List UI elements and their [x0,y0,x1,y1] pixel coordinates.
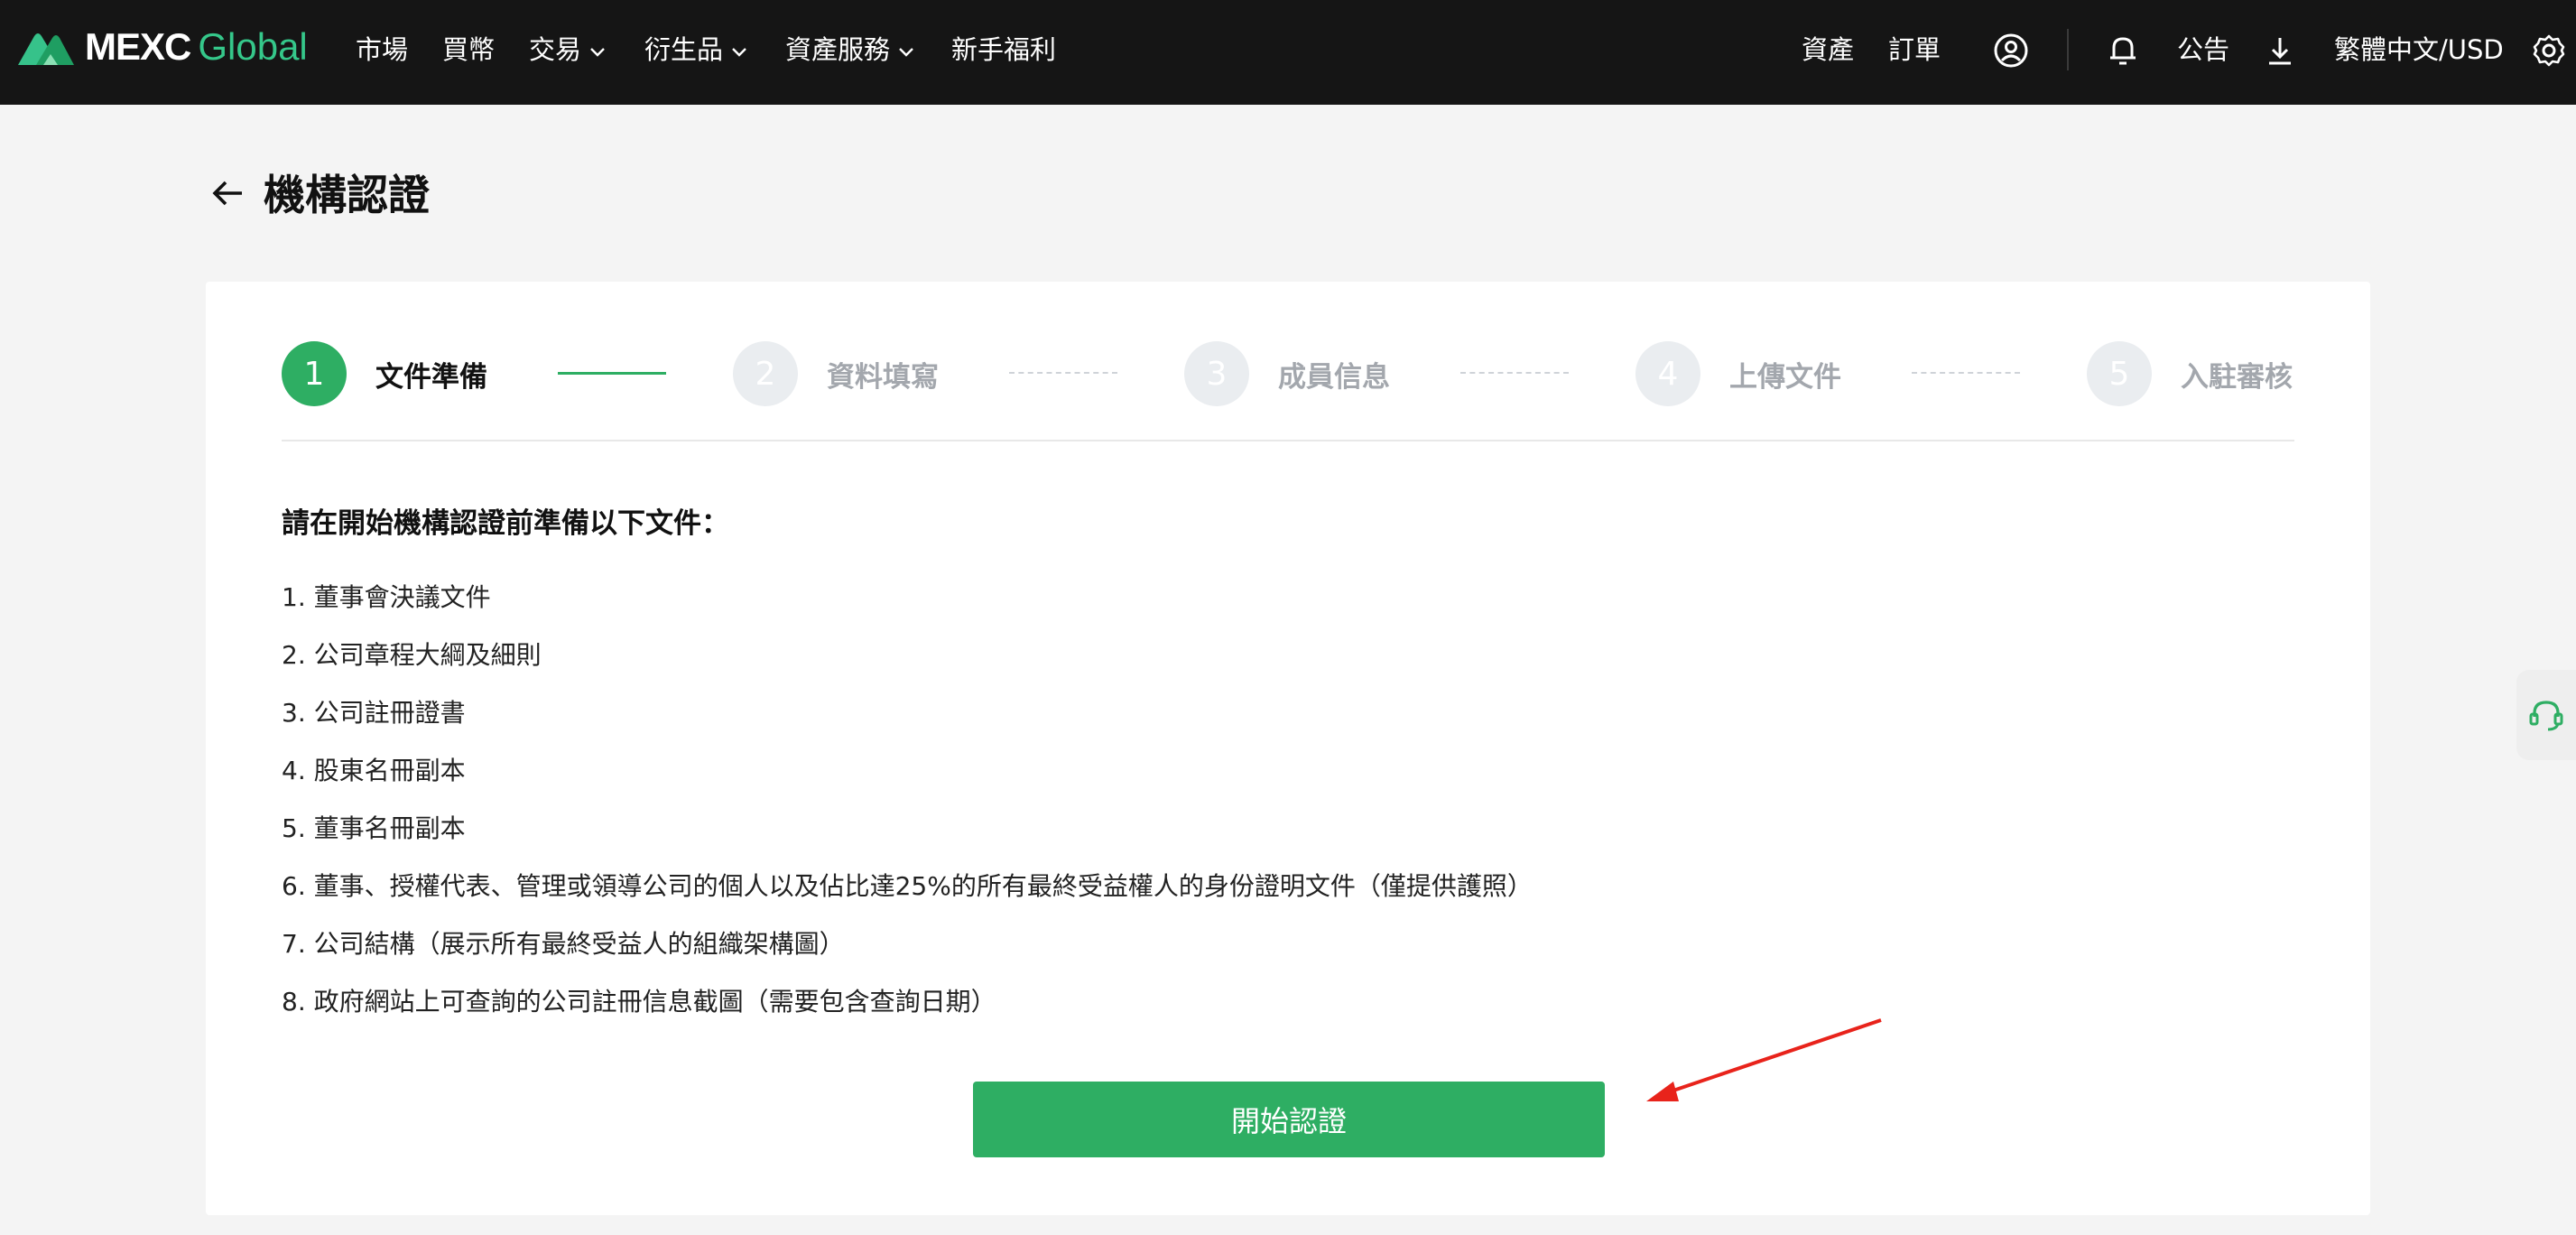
step-1-label: 文件準備 [375,360,487,394]
chevron-down-icon [588,29,607,70]
top-navbar: MEXC Global 市場 買幣 交易 衍生品 資產服務 新手福利 資產 訂單 … [0,0,2576,105]
step-2-label: 資料填寫 [827,360,939,394]
list-item: 6. 董事、授權代表、管理或領導公司的個人以及佔比達25%的所有最終受益權人的身… [282,871,1533,901]
nav-derivatives[interactable]: 衍生品 [644,29,748,70]
list-item: 2. 公司章程大綱及細則 [282,640,542,670]
step-connector-2 [1009,372,1117,374]
bell-icon[interactable] [2105,32,2141,69]
step-connector-4 [1912,372,2020,374]
step-5-label: 入駐審核 [2181,360,2293,394]
step-4: 4 上傳文件 [1635,341,1841,406]
customer-support-button[interactable] [2516,670,2576,760]
annotation-arrow-icon [1646,1018,1882,1101]
nav-buy-crypto[interactable]: 買幣 [442,29,495,70]
step-4-label: 上傳文件 [1729,360,1841,394]
brand-name: MEXC [85,25,191,68]
nav-market[interactable]: 市場 [356,29,408,70]
list-item: 7. 公司結構（展示所有最終受益人的組織架構圖） [282,929,845,959]
step-3-label: 成員信息 [1278,360,1390,394]
list-item: 1. 董事會決議文件 [282,582,491,612]
nav-assets-label: 資產 [1802,34,1855,65]
nav-buy-crypto-label: 買幣 [442,34,496,65]
back-arrow-icon[interactable] [208,173,247,213]
page-title: 機構認證 [264,171,430,219]
nav-assets[interactable]: 資產 [1802,29,1854,70]
nav-market-label: 市場 [356,34,409,65]
nav-divider [2067,29,2069,70]
language-currency-label: 繁體中文/USD [2334,34,2504,65]
step-3-number: 3 [1184,341,1249,406]
list-item: 3. 公司註冊證書 [282,698,466,728]
nav-orders-label: 訂單 [1888,34,1941,65]
start-verification-button[interactable]: 開始認證 [973,1082,1605,1157]
step-2: 2 資料填寫 [733,341,939,406]
brand-sub: Global [198,25,308,68]
list-item: 8. 政府網站上可查詢的公司註冊信息截圖（需要包含查詢日期） [282,987,996,1017]
list-item: 5. 董事名冊副本 [282,813,466,843]
nav-derivatives-label: 衍生品 [644,34,724,65]
step-5: 5 入駐審核 [2087,341,2293,406]
nav-trade-label: 交易 [529,34,582,65]
download-icon[interactable] [2262,32,2298,69]
step-2-number: 2 [733,341,798,406]
step-5-number: 5 [2087,341,2152,406]
nav-asset-services[interactable]: 資產服務 [785,29,915,70]
required-documents-list: 1. 董事會決議文件 2. 公司章程大綱及細則 3. 公司註冊證書 4. 股東名… [282,580,1533,1042]
nav-orders[interactable]: 訂單 [1888,29,1941,70]
mexc-logo-icon [18,33,74,65]
nav-announcements-label: 公告 [2177,34,2230,65]
user-icon[interactable] [1993,32,2029,69]
list-item: 4. 股東名冊副本 [282,756,466,785]
step-3: 3 成員信息 [1184,341,1390,406]
step-1: 1 文件準備 [282,341,487,406]
step-1-number: 1 [282,341,347,406]
documents-intro: 請在開始機構認證前準備以下文件： [282,507,729,540]
headset-icon [2529,701,2563,731]
chevron-down-icon [730,29,748,70]
nav-newbie-rewards[interactable]: 新手福利 [951,29,1056,70]
mexc-logo[interactable]: MEXC Global [16,25,308,68]
language-currency-selector[interactable]: 繁體中文/USD [2334,29,2504,70]
stepper-divider [282,440,2294,441]
chevron-down-icon [897,29,915,70]
verification-card: 1 文件準備 2 資料填寫 3 成員信息 4 上傳文件 5 入駐審核 請在開始機… [206,282,2370,1215]
nav-trade[interactable]: 交易 [529,29,607,70]
gear-icon[interactable] [2531,32,2567,69]
nav-announcements[interactable]: 公告 [2177,29,2229,70]
step-connector-3 [1460,372,1569,374]
step-connector-1 [558,372,666,375]
step-4-number: 4 [1635,341,1700,406]
nav-asset-services-label: 資產服務 [785,34,891,65]
nav-newbie-rewards-label: 新手福利 [951,34,1057,65]
